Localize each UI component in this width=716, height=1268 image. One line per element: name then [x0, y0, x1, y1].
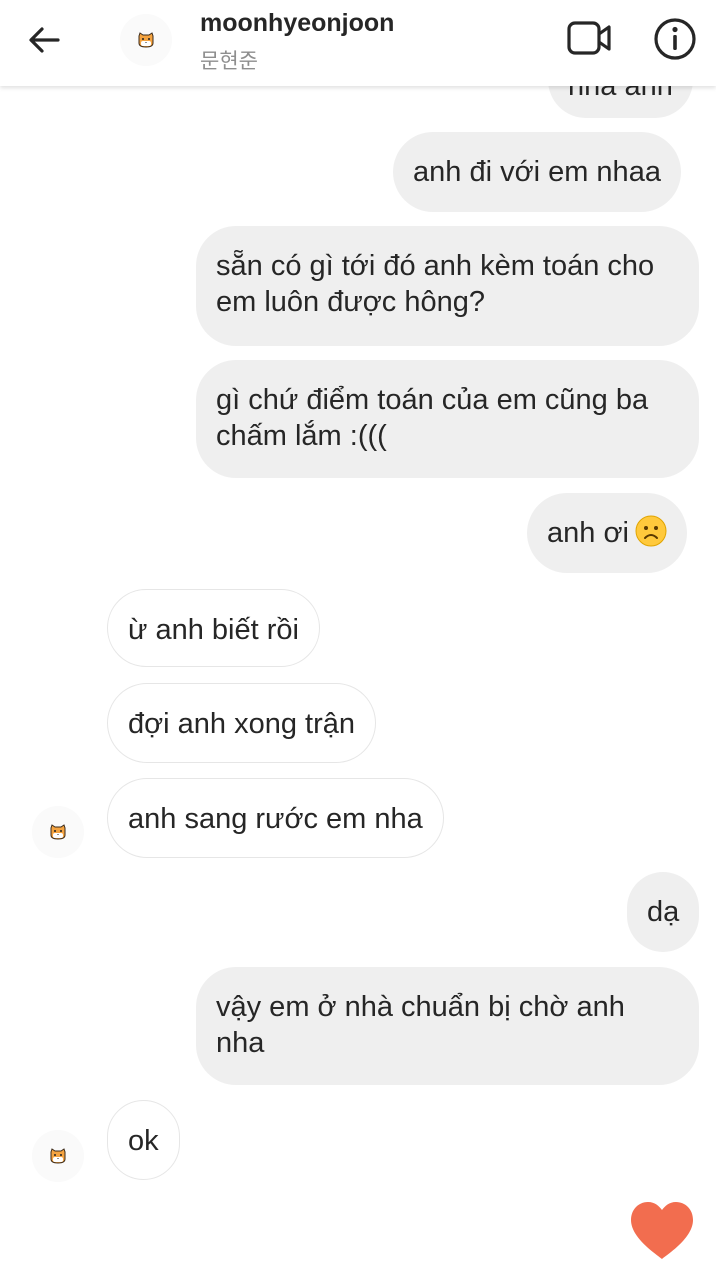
sent-message[interactable]: dạ	[627, 872, 700, 952]
sent-message[interactable]: anh đi với em nhaa	[393, 132, 681, 212]
message-text: ừ anh biết rồi	[128, 614, 299, 646]
received-message[interactable]: anh sang rước em nha	[107, 778, 444, 858]
received-message[interactable]: ừ anh biết rồi	[107, 589, 320, 667]
frowning-face-icon	[635, 515, 667, 547]
video-call-button[interactable]	[566, 18, 616, 60]
tiger-icon	[50, 1148, 66, 1164]
message-text: gì chứ điểm toán của em cũng ba chấm lắm…	[216, 384, 649, 452]
received-message[interactable]: ok	[107, 1100, 180, 1180]
message-text: anh sang rước em nha	[128, 803, 423, 835]
tiger-icon	[138, 32, 154, 48]
sent-message[interactable]: anh ơi	[527, 493, 687, 573]
received-message[interactable]: đợi anh xong trận	[107, 683, 377, 763]
arrow-left-icon	[29, 27, 60, 53]
message-text: vậy em ở nhà chuẩn bị chờ anh nha	[216, 991, 625, 1059]
sent-message[interactable]: sẵn có gì tới đó anh kèm toán cho em luô…	[196, 226, 699, 346]
contact-name: 문현준	[200, 49, 258, 73]
message-text: dạ	[647, 896, 680, 928]
like-heart-button[interactable]	[628, 1200, 696, 1262]
tiger-icon	[50, 824, 66, 840]
message-text: anh đi với em nhaa	[413, 156, 661, 188]
avatar[interactable]	[32, 806, 84, 858]
info-icon	[654, 18, 696, 60]
message-text: anh ơi	[547, 517, 629, 549]
avatar[interactable]	[120, 14, 172, 66]
info-button[interactable]	[652, 16, 698, 62]
message-text: ok	[128, 1125, 159, 1157]
back-button[interactable]	[24, 20, 68, 60]
chat-header: moonhyeonjoon 문현준	[0, 0, 716, 86]
message-text: đợi anh xong trận	[128, 708, 356, 740]
heart-icon	[631, 1202, 693, 1259]
sent-message[interactable]: vậy em ở nhà chuẩn bị chờ anh nha	[196, 967, 699, 1085]
contact-username[interactable]: moonhyeonjoon	[200, 9, 394, 38]
message-text: sẵn có gì tới đó anh kèm toán cho em luô…	[216, 250, 655, 318]
avatar[interactable]	[32, 1130, 84, 1182]
sent-message[interactable]: gì chứ điểm toán của em cũng ba chấm lắm…	[196, 360, 699, 478]
video-camera-icon	[567, 21, 611, 55]
